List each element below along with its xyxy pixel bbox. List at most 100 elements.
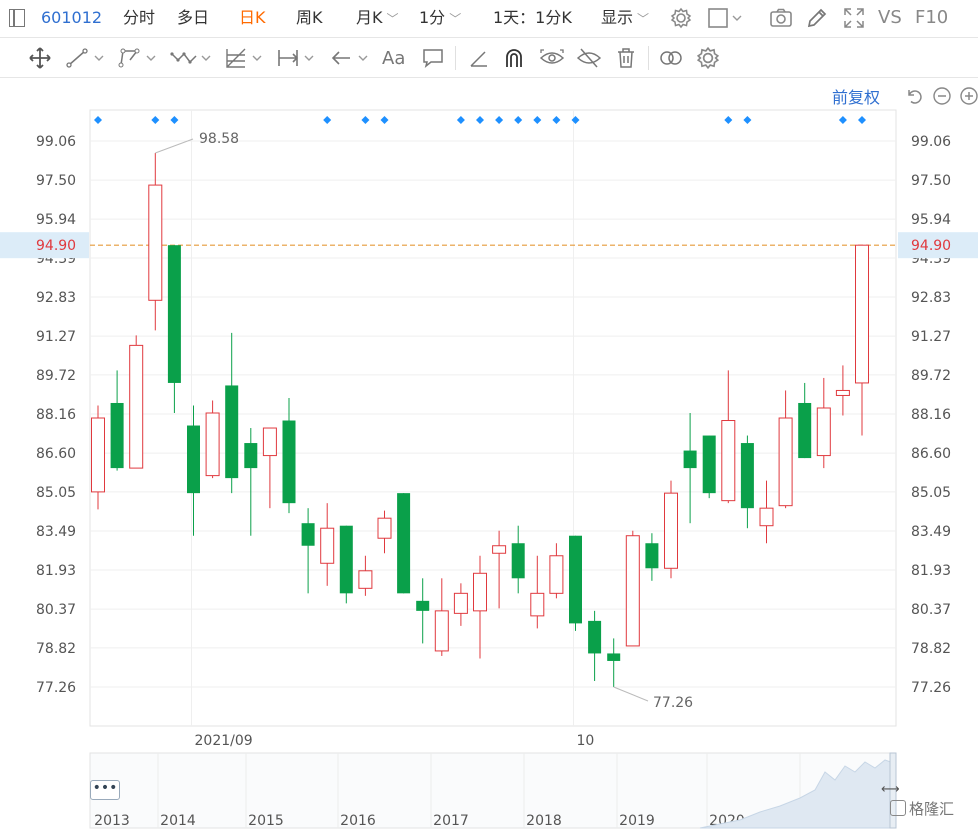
event-marker-icon [495,116,504,124]
candle [282,397,296,514]
candle-body [377,517,392,539]
last-price-label-right: 94.90 [911,238,951,254]
y-tick-label-left: 97.50 [36,173,76,189]
y-tick-label-right: 83.49 [911,524,951,540]
event-marker-icon [533,116,542,124]
candle [549,543,564,599]
candle [377,510,392,554]
event-marker-icon [151,116,160,124]
candle-body [492,545,507,554]
candle [205,400,220,479]
event-marker-icon [456,116,465,124]
candle-body [320,527,335,564]
y-tick-label-left: 80.37 [36,602,76,618]
candle-body [778,417,793,507]
navigator-resize-icon[interactable]: ⟷ [881,782,900,797]
y-tick-label-right: 86.60 [911,446,951,462]
y-tick-label-left: 77.26 [36,680,76,696]
y-tick-label-left: 92.83 [36,290,76,306]
y-tick-label-right: 78.82 [911,641,951,657]
y-tick-label-right: 95.94 [911,212,951,228]
candle [645,533,659,581]
candle-body [683,450,697,469]
y-tick-label-right: 92.83 [911,290,951,306]
navigator-year-label: 2019 [619,813,655,829]
candle [855,244,869,436]
candle-body [205,412,220,477]
y-tick-label-left: 91.27 [36,329,76,345]
candle [778,390,793,509]
candle-body [262,427,277,457]
brand-watermark: 格隆汇 [890,798,954,819]
candle [91,405,105,510]
candle-body [434,610,449,652]
low-price-label: 77.26 [653,695,693,711]
event-marker-icon [380,116,389,124]
candle-body [187,425,200,494]
brand-logo-icon [890,800,906,816]
candle [759,480,774,544]
y-tick-label-left: 89.72 [36,368,76,384]
event-marker-icon [514,116,523,124]
event-marker-icon [170,116,179,124]
y-tick-label-right: 80.37 [911,602,951,618]
candle [320,503,335,586]
high-price-label: 98.58 [199,131,239,147]
candle-body [798,402,812,459]
y-tick-label-left: 99.06 [36,134,76,150]
candle [816,377,831,469]
event-marker-icon [552,116,561,124]
navigator-year-label: 2013 [94,813,130,829]
candle-body [664,492,678,569]
candle-body [816,407,831,457]
y-tick-label-left: 78.82 [36,641,76,657]
candle [511,525,525,594]
candlestick-chart[interactable]: 99.06 99.0697.50 97.5095.94 95.9494.39 94.39… [0,0,978,829]
y-tick-label-left: 85.05 [36,485,76,501]
y-tick-label-right: 91.27 [911,329,951,345]
candle [262,427,277,509]
candle-body [167,245,181,383]
candle [301,508,315,594]
candle [625,530,640,647]
x-tick-label: 2021/09 [195,733,253,749]
event-marker-icon [94,116,102,124]
candle [492,530,507,609]
event-marker-icon [571,116,580,124]
candle [434,578,449,656]
navigator-more-button[interactable]: ••• [90,780,120,800]
candle-body [855,244,869,384]
candle [702,435,716,499]
y-tick-label-right: 88.16 [911,407,951,423]
y-tick-label-right: 85.05 [911,485,951,501]
candle [167,245,181,413]
y-tick-label-right: 77.26 [911,680,951,696]
event-marker-icon [323,116,332,124]
candle-body [740,443,754,509]
candle [798,382,812,459]
candle [225,332,239,494]
candle [835,365,850,416]
candle-body [625,535,640,647]
y-tick-label-left: 95.94 [36,212,76,228]
candle [683,412,697,524]
brand-name: 格隆汇 [909,800,955,818]
candle [244,428,258,536]
candle-body [244,443,258,469]
event-marker-icon [476,116,484,124]
candle-body [759,507,774,527]
y-tick-label-left: 88.16 [36,407,76,423]
x-tick-label: 10 [577,733,595,749]
candle-body [702,435,716,494]
candle [588,610,602,681]
candle [721,370,736,504]
candle-body [511,543,525,579]
candle-body [721,420,736,502]
candle-body [148,184,163,301]
candle [358,555,373,596]
candle [453,583,468,626]
candle-body [339,525,353,594]
y-tick-label-left: 86.60 [36,446,76,462]
candle-body [645,543,659,569]
candle [530,555,545,629]
